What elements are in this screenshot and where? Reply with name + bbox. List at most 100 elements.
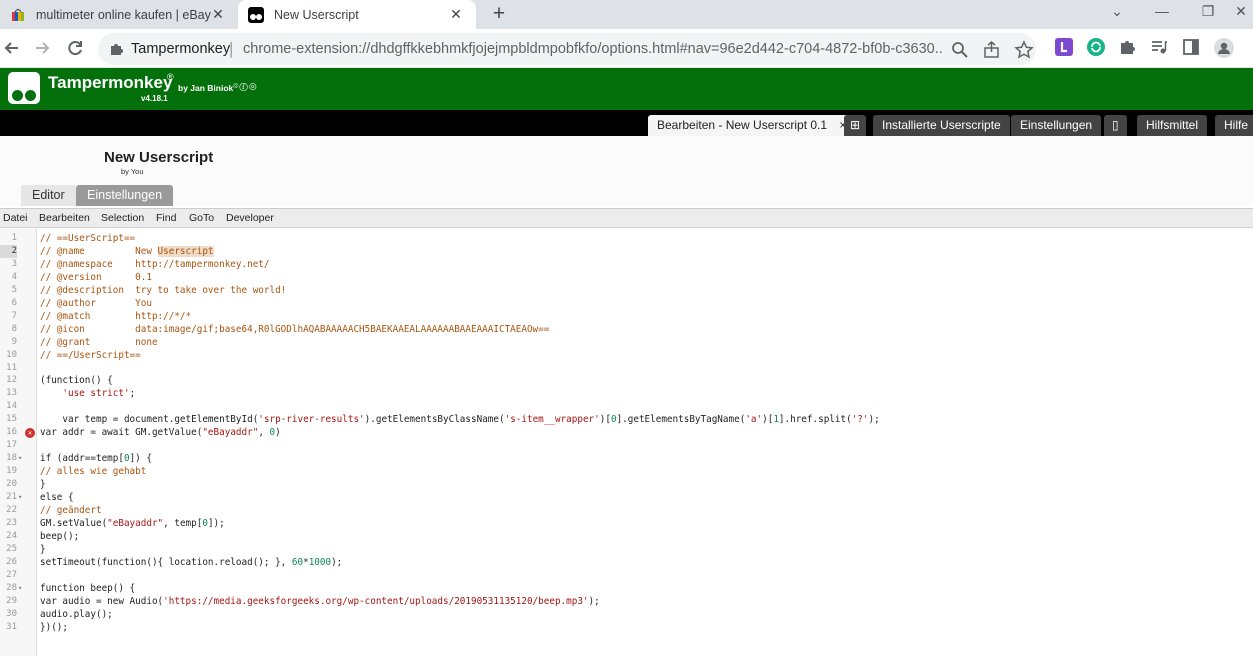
tab-trash-icon[interactable]: ▯ — [1104, 115, 1127, 136]
code-text: // alles wie gehabt — [40, 466, 147, 478]
zoom-icon[interactable] — [950, 40, 970, 60]
line-number: 11 — [6, 362, 17, 373]
line-number: 14 — [6, 401, 17, 412]
back-arrow-icon[interactable] — [1, 37, 23, 59]
side-panel-icon[interactable] — [1182, 38, 1202, 58]
code-text: } — [40, 543, 46, 555]
code-line[interactable]: 24 beep(); — [0, 530, 1253, 543]
code-line[interactable]: 17 — [0, 439, 1253, 452]
code-line[interactable]: 7 // @match http://*/* — [0, 310, 1253, 323]
menu-file[interactable]: Datei — [3, 212, 28, 224]
app-version: v4.18.1 — [141, 94, 168, 103]
code-line[interactable]: 13 'use strict'; — [0, 387, 1253, 400]
tab-close-icon[interactable]: ✕ — [210, 6, 226, 23]
extension-l-icon[interactable] — [1055, 38, 1075, 58]
restore-button[interactable]: ❐ — [1198, 3, 1218, 20]
code-line[interactable]: 15 var temp = document.getElementById('s… — [0, 413, 1253, 426]
subtab-editor[interactable]: Editor — [21, 185, 76, 206]
code-line[interactable]: 3 // @namespace http://tampermonkey.net/ — [0, 258, 1253, 271]
code-line[interactable]: 30 audio.play(); — [0, 608, 1253, 621]
minimize-button[interactable]: — — [1152, 3, 1172, 19]
extension-puzzle-icon — [108, 41, 124, 57]
code-line[interactable]: 27 — [0, 569, 1253, 582]
media-queue-icon[interactable] — [1150, 38, 1170, 58]
bookmark-star-icon[interactable] — [1014, 40, 1034, 60]
code-text: // @namespace http://tampermonkey.net/ — [40, 258, 270, 270]
tab-new-script-icon[interactable]: ⊞ — [844, 115, 867, 136]
app-author: by Jan Biniok — [178, 83, 234, 93]
address-bar[interactable]: Tampermonkey | chrome-extension://dhdgff… — [98, 33, 1036, 65]
browser-tab-strip: multimeter online kaufen | eBay ✕ New Us… — [0, 0, 1253, 29]
line-number: 21 — [6, 492, 17, 502]
tab-help[interactable]: Hilfe — [1215, 115, 1253, 136]
code-line[interactable]: 10 // ==/UserScript== — [0, 349, 1253, 362]
window-close-button[interactable]: ✕ — [1231, 3, 1251, 20]
code-line[interactable]: 25} — [0, 543, 1253, 556]
code-text: audio.play(); — [40, 608, 113, 620]
menu-find[interactable]: Find — [156, 212, 176, 224]
menu-developer[interactable]: Developer — [226, 212, 274, 224]
subtab-settings[interactable]: Einstellungen — [76, 185, 174, 206]
tab-ebay[interactable]: multimeter online kaufen | eBay ✕ — [0, 0, 238, 29]
tab-edit-script[interactable]: Bearbeiten - New Userscript 0.1 × — [648, 115, 856, 136]
forward-arrow-icon[interactable] — [31, 37, 53, 59]
error-marker-icon[interactable]: ✕ — [25, 428, 35, 439]
line-number: 24 — [6, 530, 17, 541]
social-links-icon[interactable]: ⌾ⓕ◎ — [233, 81, 258, 92]
code-text: var audio = new Audio('https://media.gee… — [40, 595, 600, 607]
tab-new-userscript[interactable]: New Userscript ✕ — [238, 0, 476, 29]
code-line[interactable]: 1 // ==UserScript== — [0, 232, 1253, 245]
code-editor[interactable]: 1 // ==UserScript== 2 // @name New Userscri… — [0, 229, 1253, 656]
tab-utilities[interactable]: Hilfsmittel — [1137, 115, 1208, 136]
script-author: by You — [121, 167, 144, 176]
code-line[interactable]: 14 — [0, 400, 1253, 413]
code-text: else { — [40, 492, 74, 503]
code-line[interactable]: 22 // geändert — [0, 504, 1253, 517]
menu-goto[interactable]: GoTo — [189, 212, 214, 224]
url-text[interactable]: chrome-extension://dhdgffkkebhmkfjojejmp… — [243, 41, 943, 57]
line-number: 31 — [6, 621, 17, 632]
code-line[interactable]: 9 // @grant none — [0, 336, 1253, 349]
code-line[interactable]: 16 ✕ var addr = await GM.getValue("eBayadd… — [0, 426, 1253, 439]
code-line[interactable]: 18 ▾ if (addr==temp[0]) { — [0, 452, 1253, 465]
code-text: } — [40, 479, 46, 491]
fold-toggle-icon[interactable]: ▾ — [18, 491, 22, 504]
script-name: New Userscript — [104, 149, 214, 166]
code-line[interactable]: 29 var audio = new Audio('https://media.g… — [0, 595, 1253, 608]
tab-close-icon[interactable]: ✕ — [448, 6, 464, 23]
code-text: // @author You — [40, 297, 152, 309]
menu-edit[interactable]: Bearbeiten — [39, 212, 90, 224]
code-line[interactable]: 2 // @name New Userscript — [0, 244, 1253, 258]
code-line[interactable]: 23 GM.setValue("eBayaddr", temp[0]); — [0, 517, 1253, 530]
code-line[interactable]: 4 // @version 0.1 — [0, 271, 1253, 284]
code-line[interactable]: 8 // @icon data:image/gif;base64,R0lGODlh… — [0, 323, 1253, 336]
profile-avatar-icon[interactable] — [1214, 38, 1234, 58]
tab-settings[interactable]: Einstellungen — [1011, 115, 1102, 136]
code-text: beep(); — [40, 530, 80, 542]
code-line[interactable]: 19 // alles wie gehabt — [0, 465, 1253, 478]
fold-toggle-icon[interactable]: ▾ — [18, 582, 22, 595]
reload-icon[interactable] — [64, 37, 86, 59]
share-icon[interactable] — [982, 40, 1002, 60]
code-line[interactable]: 31 })(); — [0, 621, 1253, 634]
site-name: Tampermonkey — [131, 41, 231, 57]
menu-selection[interactable]: Selection — [101, 212, 144, 224]
code-line[interactable]: 28 ▾ function beep() { — [0, 582, 1253, 595]
line-number: 17 — [6, 440, 17, 451]
tab-search-icon[interactable]: ⌄ — [1107, 3, 1127, 20]
extensions-puzzle-icon[interactable] — [1119, 38, 1139, 58]
registered-mark: ® — [167, 72, 174, 82]
code-text: })(); — [40, 621, 68, 633]
code-line[interactable]: 21 ▾ else { — [0, 491, 1253, 504]
code-line[interactable]: 6 // @author You — [0, 297, 1253, 310]
new-tab-button[interactable]: + — [488, 3, 510, 25]
code-line[interactable]: 5 // @description try to take over the wo… — [0, 284, 1253, 297]
code-line[interactable]: 26 setTimeout(function(){ location.reload… — [0, 556, 1253, 569]
tab-installed-scripts[interactable]: Installierte Userscripte — [873, 115, 1010, 136]
fold-toggle-icon[interactable]: ▾ — [18, 452, 22, 465]
line-number: 8 — [11, 323, 17, 334]
code-line[interactable]: 20} — [0, 478, 1253, 491]
code-line[interactable]: 11 — [0, 362, 1253, 375]
extension-sync-icon[interactable] — [1087, 38, 1107, 58]
code-line[interactable]: 12 (function() { — [0, 374, 1253, 387]
